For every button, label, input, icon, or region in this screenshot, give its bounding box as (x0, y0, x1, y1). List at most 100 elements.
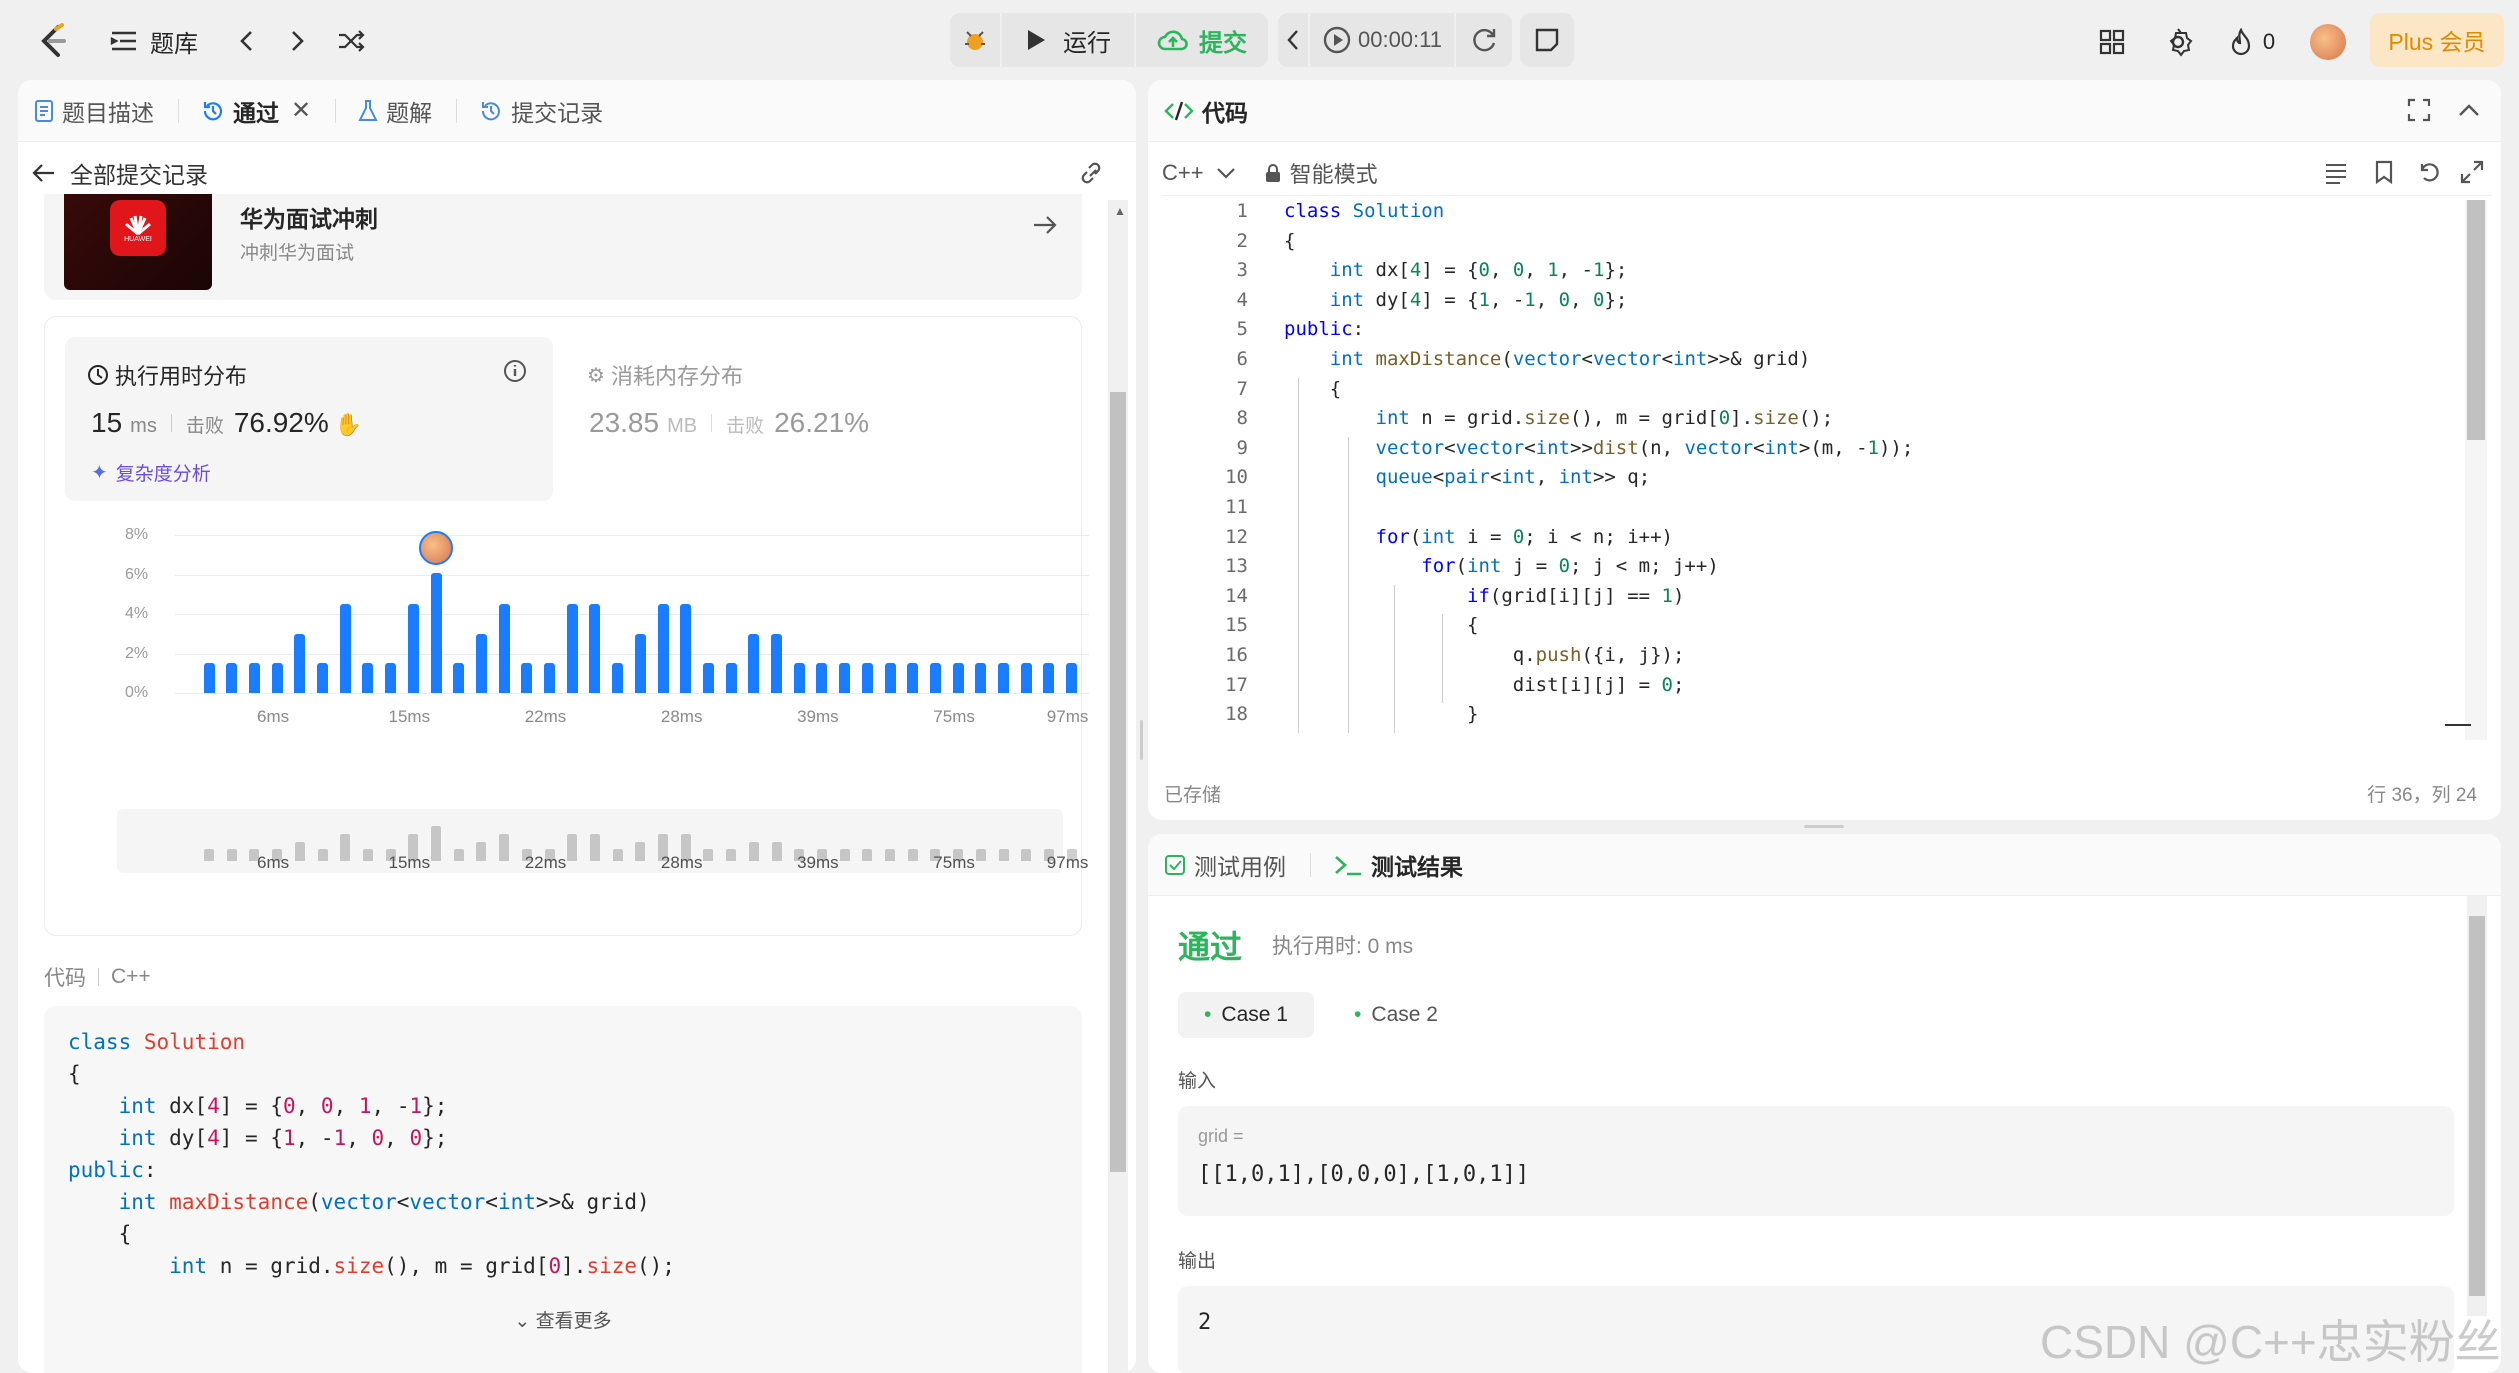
code-line[interactable]: int n = grid.size(), m = grid[0].size(); (1284, 407, 1834, 429)
tab-history[interactable]: 提交记录 (479, 94, 603, 128)
code-line[interactable]: if(grid[i][j] == 1) (1284, 585, 1684, 607)
code-line[interactable]: int dy[4] = {1, -1, 0, 0}; (1284, 289, 1628, 311)
code-editor[interactable]: 1 class Solution 2 {3 int dx[4] = {0, 0, 1,… (1148, 200, 2468, 740)
tab-description[interactable]: 题目描述 (34, 94, 154, 128)
code-line[interactable]: vector<vector<int>>dist(n, vector<int>(m… (1284, 437, 1914, 459)
info-icon[interactable] (503, 359, 527, 388)
left-scrollbar[interactable]: ▲ (1108, 200, 1128, 1373)
chart-bar[interactable] (725, 663, 737, 693)
code-line[interactable]: for(int j = 0; j < m; j++) (1284, 555, 1718, 577)
chart-bar[interactable] (975, 663, 987, 693)
code-line[interactable]: int dx[4] = {0, 0, 1, -1}; (1284, 259, 1628, 281)
chart-bar[interactable] (248, 663, 260, 693)
horizontal-splitter[interactable] (1148, 820, 2501, 834)
fullscreen-icon[interactable] (2407, 98, 2431, 127)
language-select[interactable]: C++ (1162, 160, 1236, 186)
tab-code[interactable]: 代码 (1164, 94, 1248, 128)
plus-membership-button[interactable]: Plus 会员 (2370, 13, 2504, 67)
streak-counter[interactable]: 0 (2222, 24, 2282, 60)
smart-mode-toggle[interactable]: 智能模式 (1264, 157, 1378, 189)
code-line[interactable]: int maxDistance(vector<vector<int>>& gri… (1284, 348, 1811, 370)
scrollbar-thumb[interactable] (1110, 392, 1126, 1172)
chart-bar[interactable] (634, 633, 646, 693)
timer-collapse-button[interactable] (1278, 13, 1308, 67)
memory-stat[interactable]: ⚙ 消耗内存分布 23.85 MB 击败 26.21% (577, 337, 1057, 501)
chart-bar[interactable] (226, 663, 238, 693)
show-more-button[interactable]: ⌄ 查看更多 (44, 1306, 1082, 1333)
timer[interactable]: 00:00:11 (1310, 13, 1454, 67)
expand-icon[interactable] (2460, 160, 2484, 190)
code-line[interactable]: { (1284, 614, 1478, 636)
collapse-icon[interactable] (2457, 100, 2481, 125)
chart-bar[interactable] (475, 633, 487, 693)
scroll-up-icon[interactable]: ▲ (1114, 204, 1126, 218)
chart-bar[interactable] (929, 663, 941, 693)
code-line[interactable]: dist[i][j] = 0; (1284, 674, 1685, 696)
chart-bar[interactable] (748, 633, 760, 693)
editor-scrollbar[interactable] (2445, 200, 2487, 740)
reset-timer-button[interactable] (1456, 13, 1512, 67)
chart-bar[interactable] (521, 663, 533, 693)
chart-bar[interactable] (793, 663, 805, 693)
tab-test-result[interactable]: 测试结果 (1333, 848, 1463, 882)
code-line[interactable]: queue<pair<int, int>> q; (1284, 466, 1651, 488)
format-icon[interactable] (2324, 162, 2348, 190)
settings-button[interactable] (2160, 24, 2196, 60)
chart-bar[interactable] (294, 633, 306, 693)
chart-bar[interactable] (839, 663, 851, 693)
undo-icon[interactable] (2416, 160, 2440, 190)
chart-bar[interactable] (339, 604, 351, 693)
chart-bar[interactable] (271, 663, 283, 693)
complexity-analysis-link[interactable]: ✦ 复杂度分析 (91, 459, 211, 486)
chart-bar[interactable] (884, 663, 896, 693)
code-line[interactable]: class Solution (1284, 200, 1444, 222)
leetcode-logo-icon[interactable] (34, 22, 72, 60)
test-scrollbar[interactable] (2467, 896, 2487, 1316)
overview-brush[interactable] (117, 809, 1063, 873)
chart-bar[interactable] (362, 663, 374, 693)
next-problem-button[interactable] (280, 24, 314, 58)
chart-bar[interactable] (430, 572, 442, 693)
layout-button[interactable] (2094, 24, 2130, 60)
notes-button[interactable] (1520, 13, 1574, 67)
chart-bar[interactable] (680, 604, 692, 693)
chart-bar[interactable] (589, 604, 601, 693)
chart-bar[interactable] (1020, 663, 1032, 693)
link-icon[interactable] (1078, 160, 1108, 191)
prev-problem-button[interactable] (230, 24, 264, 58)
submit-button[interactable]: 提交 (1136, 13, 1268, 67)
chart-bar[interactable] (657, 604, 669, 693)
run-button[interactable]: 运行 (1002, 13, 1134, 67)
chart-bar[interactable] (203, 663, 215, 693)
chart-bar[interactable] (612, 663, 624, 693)
back-to-submissions[interactable]: 全部提交记录 (32, 150, 208, 196)
tab-test-cases[interactable]: 测试用例 (1164, 848, 1286, 882)
promo-card[interactable]: HUAWEI 华为面试冲刺 冲刺华为面试 (44, 194, 1082, 300)
random-problem-button[interactable] (334, 24, 370, 58)
code-line[interactable]: for(int i = 0; i < n; i++) (1284, 526, 1673, 548)
code-line[interactable]: q.push({i, j}); (1284, 644, 1685, 666)
bookmark-icon[interactable] (2374, 160, 2394, 190)
code-line[interactable]: { (1284, 378, 1341, 400)
close-icon[interactable]: ✕ (291, 96, 311, 125)
chart-bar[interactable] (952, 663, 964, 693)
chart-bar[interactable] (1066, 663, 1078, 693)
chart-bar[interactable] (1043, 663, 1055, 693)
input-box[interactable]: grid = [[1,0,1],[0,0,0],[1,0,1]] (1178, 1106, 2454, 1216)
chart-bar[interactable] (385, 663, 397, 693)
chart-bar[interactable] (816, 663, 828, 693)
vertical-splitter[interactable] (1136, 80, 1148, 1373)
problem-bank-button[interactable]: 题库 (110, 24, 198, 58)
case-1-tab[interactable]: • Case 1 (1178, 992, 1314, 1038)
chart-bar[interactable] (771, 633, 782, 693)
chart-bar[interactable] (907, 663, 919, 693)
chart-bar[interactable] (566, 604, 578, 693)
chart-bar[interactable] (702, 663, 714, 693)
chart-bar[interactable] (498, 604, 510, 693)
chart-bar[interactable] (453, 663, 465, 693)
code-line[interactable]: public: (1284, 318, 1364, 340)
runtime-stat[interactable]: 执行用时分布 15 ms 击败 76.92% ✋ ✦ 复杂度分析 (65, 337, 553, 501)
chart-bar[interactable] (544, 663, 555, 693)
chart-bar[interactable] (861, 663, 873, 693)
chart-bar[interactable] (407, 604, 419, 693)
